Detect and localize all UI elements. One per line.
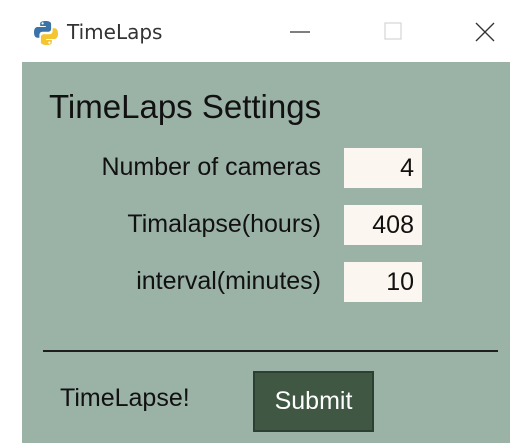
interval-minutes-label: interval(minutes) bbox=[136, 267, 321, 295]
page-title: TimeLaps Settings bbox=[49, 88, 322, 125]
app-window: TimeLaps TimeLaps Settings Number of cam… bbox=[0, 0, 510, 443]
cameras-input[interactable] bbox=[344, 148, 422, 188]
cameras-label: Number of cameras bbox=[101, 153, 321, 181]
python-logo-icon bbox=[32, 19, 60, 47]
timelapse-hours-label: Timalapse(hours) bbox=[127, 210, 321, 238]
title-bar[interactable]: TimeLaps bbox=[0, 0, 510, 62]
separator bbox=[43, 350, 498, 352]
window-title: TimeLaps bbox=[67, 20, 163, 44]
minimize-button[interactable] bbox=[276, 12, 322, 52]
close-icon bbox=[462, 12, 508, 52]
interval-minutes-input[interactable] bbox=[344, 262, 422, 302]
submit-button[interactable]: Submit bbox=[253, 371, 374, 432]
settings-panel: TimeLaps Settings Number of cameras Tima… bbox=[22, 62, 510, 443]
maximize-button[interactable] bbox=[370, 12, 416, 52]
minimize-icon bbox=[276, 12, 322, 52]
timelapse-label: TimeLapse! bbox=[60, 384, 190, 412]
timelapse-hours-input[interactable] bbox=[344, 205, 422, 245]
close-button[interactable] bbox=[462, 12, 508, 52]
maximize-icon bbox=[370, 12, 416, 52]
